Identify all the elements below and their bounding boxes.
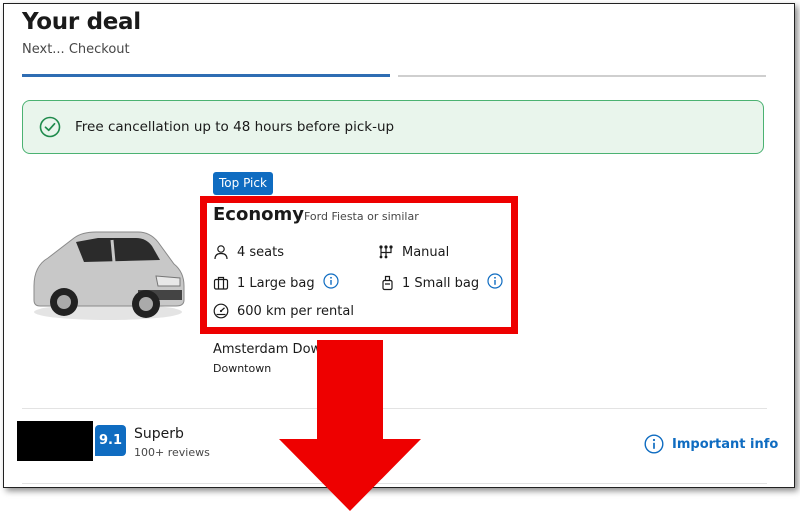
progress-step-remaining bbox=[398, 75, 766, 77]
pickup-location-area: Downtown bbox=[213, 362, 272, 375]
review-count: 100+ reviews bbox=[134, 446, 210, 459]
rating-score-badge: 9.1 bbox=[95, 425, 126, 456]
supplier-logo bbox=[17, 421, 93, 461]
page-title: Your deal bbox=[22, 9, 141, 35]
check-circle-icon bbox=[39, 116, 61, 138]
rating-label: Superb bbox=[134, 426, 184, 442]
next-step-label: Next... Checkout bbox=[22, 42, 130, 57]
important-info-label: Important info bbox=[672, 436, 779, 452]
important-info-link[interactable]: Important info bbox=[644, 434, 778, 454]
specs-highlight-box bbox=[200, 196, 518, 334]
progress-step-active bbox=[22, 74, 390, 77]
free-cancellation-notice: Free cancellation up to 48 hours before … bbox=[22, 100, 764, 154]
info-icon bbox=[644, 434, 664, 454]
notice-text: Free cancellation up to 48 hours before … bbox=[75, 119, 395, 135]
top-pick-badge: Top Pick bbox=[213, 172, 273, 195]
down-arrow-icon bbox=[279, 340, 421, 511]
car-image bbox=[33, 231, 185, 320]
